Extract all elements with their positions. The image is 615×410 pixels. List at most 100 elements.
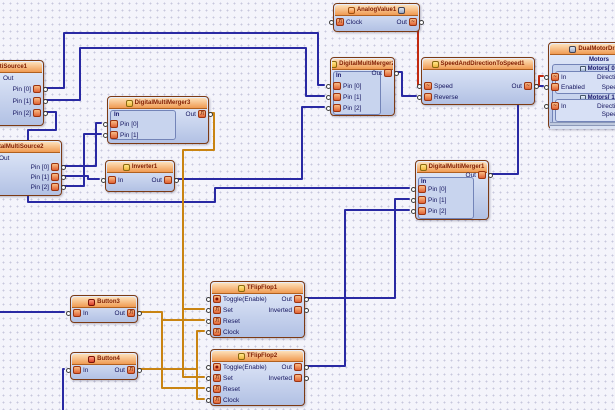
block-tflipflop2[interactable]: TFlipFlop2 ● Toggle(Enable) Out Л Set Inve… bbox=[206, 349, 309, 406]
settings-icon[interactable] bbox=[398, 6, 406, 14]
pin-connector[interactable] bbox=[304, 375, 309, 381]
pin-in-0[interactable] bbox=[110, 120, 118, 128]
pin-connector[interactable] bbox=[417, 94, 422, 100]
pin-inverted[interactable] bbox=[294, 374, 302, 382]
pin-inverted[interactable] bbox=[294, 306, 302, 314]
pin-motor0-in[interactable]: ~ bbox=[551, 73, 559, 81]
pin-connector[interactable] bbox=[206, 375, 211, 381]
pin-connector[interactable] bbox=[103, 121, 108, 127]
pin-out[interactable] bbox=[294, 363, 302, 371]
wire-b3out-resets[interactable] bbox=[137, 311, 205, 321]
pin-motor1-in[interactable]: ~ bbox=[551, 102, 559, 110]
wire-ms1p1-m2p1[interactable] bbox=[43, 47, 325, 101]
pin-connector[interactable] bbox=[544, 84, 549, 90]
pin-connector[interactable] bbox=[61, 164, 66, 170]
pin-connector[interactable] bbox=[411, 186, 416, 192]
pin-out[interactable] bbox=[164, 176, 172, 184]
block-dualmotordriver1[interactable]: DualMotorDriver1 Motors Motors[ 0 ] ~In … bbox=[544, 42, 615, 129]
pin-set[interactable]: Л bbox=[213, 374, 221, 382]
wire-ms2p0-m3p0[interactable] bbox=[61, 122, 102, 167]
block-analogvalue1[interactable]: AnalogValue1 Л Clock Out ~ bbox=[329, 3, 424, 32]
wire-ff1out-m1p1[interactable] bbox=[304, 198, 410, 299]
pin-out[interactable] bbox=[384, 69, 392, 77]
pin-out-1[interactable] bbox=[33, 97, 41, 105]
block-digitalmultimerger2[interactable]: DigitalMultiMerger2 In Out Pin [0] Pin [… bbox=[326, 57, 399, 116]
pin-out[interactable] bbox=[478, 171, 486, 179]
wire-b4out-clock2-branch[interactable] bbox=[196, 368, 205, 400]
pin-out[interactable]: ~ bbox=[524, 82, 532, 90]
pin-connector[interactable] bbox=[174, 177, 179, 183]
wire-ff2out-m1p2[interactable] bbox=[304, 209, 410, 367]
block-button3[interactable]: Button3 In Out Л bbox=[66, 295, 142, 323]
block-tflipflop1[interactable]: TFlipFlop1 ● Toggle(Enable) Out Л Set Inve… bbox=[206, 281, 309, 338]
pin-clock[interactable]: Л bbox=[213, 328, 221, 336]
pin-connector[interactable] bbox=[137, 367, 142, 373]
block-speedanddirectiontospeed1[interactable]: SpeedAndDirectionToSpeed1 ~ Speed Out ~ Re… bbox=[417, 57, 539, 105]
pin-reset[interactable]: Л bbox=[213, 317, 221, 325]
pin-connector[interactable] bbox=[544, 103, 549, 109]
pin-in[interactable] bbox=[73, 366, 81, 374]
pin-connector[interactable] bbox=[66, 367, 71, 373]
diagram-canvas[interactable]: DigitalMultiSource1 Out Pin [0] Pin [1] … bbox=[0, 0, 615, 410]
pin-out[interactable] bbox=[294, 295, 302, 303]
pin-connector[interactable] bbox=[61, 184, 66, 190]
block-digitalmultisource1[interactable]: DigitalMultiSource1 Out Pin [0] Pin [1] … bbox=[0, 60, 48, 126]
block-button4[interactable]: Button4 In Out Л bbox=[66, 352, 142, 380]
pin-connector[interactable] bbox=[206, 397, 211, 403]
pin-toggle[interactable]: ● bbox=[213, 295, 221, 303]
pin-connector[interactable] bbox=[43, 110, 48, 116]
pin-in-2[interactable] bbox=[333, 104, 341, 112]
pin-connector[interactable] bbox=[206, 318, 211, 324]
pin-connector[interactable] bbox=[488, 172, 493, 178]
pin-in-1[interactable] bbox=[333, 93, 341, 101]
wire-m3out-sets[interactable] bbox=[182, 112, 215, 378]
pin-out-0[interactable] bbox=[51, 163, 59, 171]
pin-speed[interactable]: ~ bbox=[424, 82, 432, 90]
pin-out[interactable]: Л bbox=[198, 110, 206, 118]
pin-connector[interactable] bbox=[206, 296, 211, 302]
pin-clock[interactable]: Л bbox=[213, 396, 221, 404]
pin-connector[interactable] bbox=[534, 83, 539, 89]
pin-out-2[interactable] bbox=[51, 183, 59, 191]
pin-out-2[interactable] bbox=[33, 109, 41, 117]
pin-motor0-enabled[interactable] bbox=[551, 83, 559, 91]
pin-in[interactable] bbox=[73, 309, 81, 317]
pin-out[interactable]: Л bbox=[127, 309, 135, 317]
pin-connector[interactable] bbox=[326, 105, 331, 111]
pin-connector[interactable] bbox=[61, 174, 66, 180]
pin-connector[interactable] bbox=[43, 86, 48, 92]
pin-connector[interactable] bbox=[394, 70, 399, 76]
pin-out-1[interactable] bbox=[51, 173, 59, 181]
pin-set[interactable]: Л bbox=[213, 306, 221, 314]
pin-connector[interactable] bbox=[411, 197, 416, 203]
pin-reset[interactable]: Л bbox=[213, 385, 221, 393]
pin-connector[interactable] bbox=[304, 296, 309, 302]
pin-connector[interactable] bbox=[329, 19, 334, 25]
wire-ms1p2-m1p0[interactable] bbox=[27, 111, 410, 203]
pin-in-0[interactable] bbox=[333, 82, 341, 90]
pin-connector[interactable] bbox=[103, 132, 108, 138]
pin-clock[interactable]: Л bbox=[336, 18, 344, 26]
wire-ms2p1-invin[interactable] bbox=[61, 175, 100, 180]
wire-edge-b4in[interactable] bbox=[62, 368, 65, 410]
pin-connector[interactable] bbox=[544, 74, 549, 80]
pin-out[interactable]: ~ bbox=[409, 18, 417, 26]
pin-in-1[interactable] bbox=[110, 131, 118, 139]
pin-connector[interactable] bbox=[101, 177, 106, 183]
pin-connector[interactable] bbox=[326, 94, 331, 100]
pin-connector[interactable] bbox=[419, 19, 424, 25]
wire-ms1p0-m2p0[interactable] bbox=[43, 32, 325, 89]
pin-in-1[interactable] bbox=[418, 196, 426, 204]
pin-connector[interactable] bbox=[304, 364, 309, 370]
pin-connector[interactable] bbox=[208, 111, 213, 117]
pin-connector[interactable] bbox=[206, 364, 211, 370]
pin-out-0[interactable] bbox=[33, 85, 41, 93]
pin-connector[interactable] bbox=[66, 310, 71, 316]
pin-in-0[interactable] bbox=[418, 185, 426, 193]
pin-connector[interactable] bbox=[304, 307, 309, 313]
pin-connector[interactable] bbox=[417, 83, 422, 89]
wire-b4out-clocks[interactable] bbox=[137, 330, 205, 370]
pin-connector[interactable] bbox=[43, 98, 48, 104]
pin-reverse[interactable] bbox=[424, 93, 432, 101]
pin-in[interactable] bbox=[108, 176, 116, 184]
